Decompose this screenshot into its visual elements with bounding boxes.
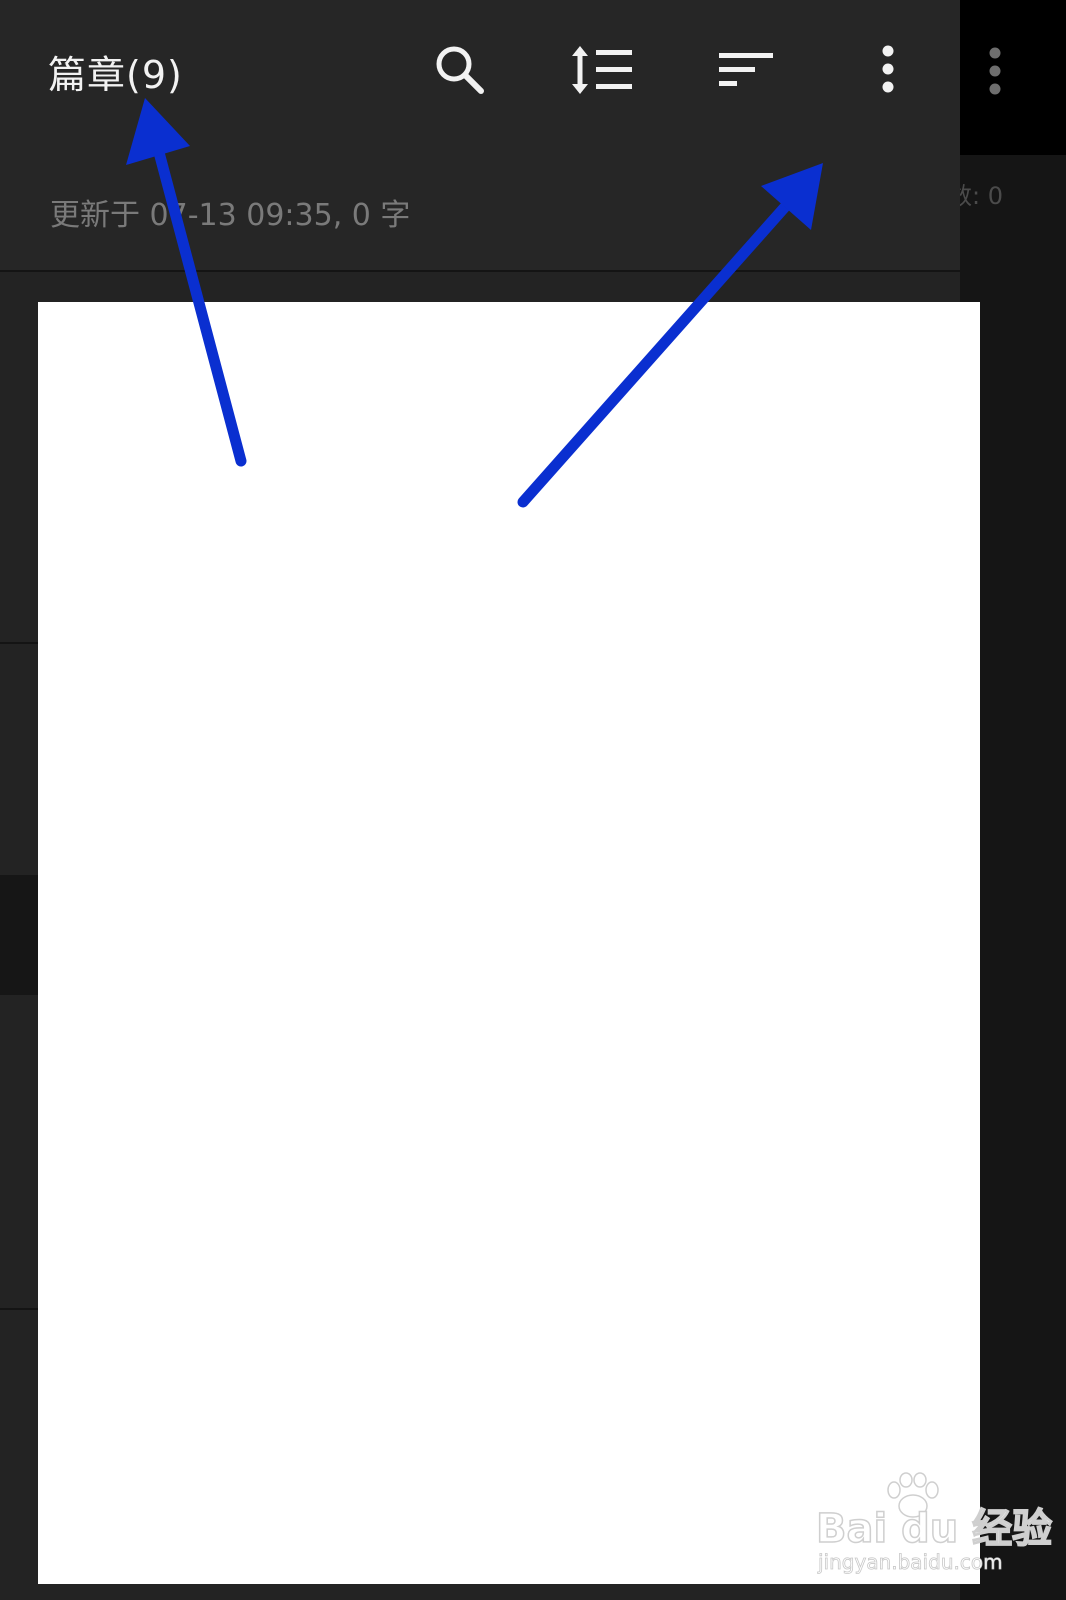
watermark: Bai du 经验 jingyan.baidu.com <box>815 1472 1053 1586</box>
panel-header: 篇章(9) 更新于 07-13 09:35, 0 字 <box>0 0 960 272</box>
more-vert-icon <box>989 47 1001 95</box>
watermark-logo: Bai du 经验 <box>815 1505 1053 1553</box>
line-spacing-button[interactable] <box>570 38 634 102</box>
popup-dialog <box>38 302 980 1584</box>
list-separator <box>0 642 38 644</box>
search-icon <box>436 46 484 94</box>
page-title: 篇章(9) <box>48 53 183 97</box>
list-item-selected[interactable] <box>0 875 38 995</box>
more-options-button[interactable] <box>856 38 920 102</box>
search-button[interactable] <box>428 38 492 102</box>
sort-icon <box>719 53 773 86</box>
background-more-button[interactable] <box>982 44 1008 100</box>
list-separator <box>0 1308 38 1310</box>
sort-button[interactable] <box>714 38 778 102</box>
watermark-url: jingyan.baidu.com <box>818 1550 1003 1575</box>
update-info: 更新于 07-13 09:35, 0 字 <box>50 198 411 233</box>
background-app-toolbar <box>960 0 1066 155</box>
line-spacing-icon <box>572 46 632 94</box>
more-vert-icon <box>882 45 894 93</box>
